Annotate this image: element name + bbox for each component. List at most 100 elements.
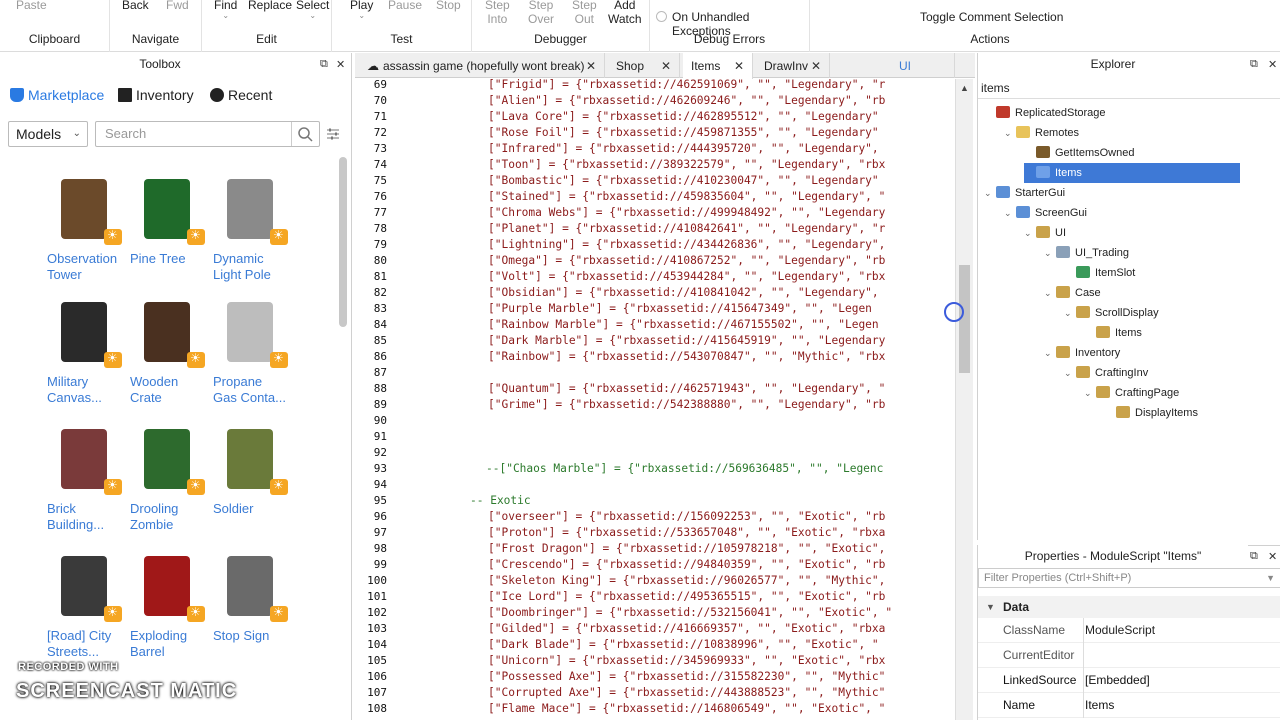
code-line[interactable]: ["Skeleton King"] = {"rbxassetid://96026… [488,574,885,587]
expand-toggle-icon[interactable]: ⌄ [1064,363,1076,383]
explorer-node[interactable]: ⌄ StarterGui [984,183,1065,203]
property-value[interactable] [1083,643,1280,668]
code-line[interactable]: ["Ice Lord"] = {"rbxassetid://495365515"… [488,590,885,603]
close-tab-icon[interactable]: ✕ [811,53,821,79]
expand-toggle-icon[interactable]: ⌄ [1044,283,1056,303]
undock-icon[interactable]: ⧉ [1250,58,1258,71]
expand-toggle-icon[interactable]: ⌄ [1084,383,1096,403]
close-icon[interactable]: ✕ [336,58,345,71]
explorer-node[interactable]: ItemSlot [1064,263,1135,283]
explorer-filter-input[interactable]: items [978,77,1280,99]
explorer-node[interactable]: GetItemsOwned [1024,143,1134,163]
code-line[interactable]: ["Toon"] = {"rbxassetid://389322579", ""… [488,158,885,171]
add-watch-button[interactable]: Add Watch [608,0,642,26]
select-button[interactable]: Select ⌄ [296,0,329,20]
stop-button[interactable]: Stop [436,0,461,12]
close-tab-icon[interactable]: ✕ [661,53,671,79]
code-line[interactable]: ["Flame Mace"] = {"rbxassetid://14680654… [488,702,885,715]
close-tab-icon[interactable]: ✕ [734,53,744,79]
toggle-comment-selection-button[interactable]: Toggle Comment Selection [920,10,1063,24]
toolbox-item[interactable]: Pine Tree [130,173,212,267]
toolbox-item[interactable]: Brick Building... [47,423,129,533]
code-line[interactable]: ["Lava Core"] = {"rbxassetid://462895512… [488,110,879,123]
code-line[interactable]: ["Dark Blade"] = {"rbxassetid://10838996… [488,638,879,651]
code-line[interactable]: ["Proton"] = {"rbxassetid://533657048", … [488,526,885,539]
play-button[interactable]: Play ⌄ [350,0,373,20]
explorer-node[interactable]: ⌄ CraftingInv [1064,363,1148,383]
explorer-node[interactable]: ReplicatedStorage [984,103,1106,123]
expand-toggle-icon[interactable]: ⌄ [1004,123,1016,143]
toolbox-search-input[interactable]: Search [95,121,320,147]
code-line[interactable]: ["Lightning"] = {"rbxassetid://434426836… [488,238,885,251]
explorer-node[interactable]: Items [1084,323,1142,343]
editor-scrollbar[interactable]: ▲ [955,79,973,720]
code-line[interactable]: ["Rainbow Marble"] = {"rbxassetid://4671… [488,318,879,331]
replace-button[interactable]: Replace [248,0,292,12]
code-line[interactable]: -- Exotic [470,494,531,507]
close-tab-icon[interactable]: ✕ [586,53,596,79]
code-line[interactable]: ["Rainbow"] = {"rbxassetid://543070847",… [488,350,885,363]
code-line[interactable]: ["Alien"] = {"rbxassetid://462609246", "… [488,94,885,107]
tab-script-0[interactable]: ☁ assassin game (hopefully wont break) ✕ [359,53,605,78]
code-line[interactable]: ["Doombringer"] = {"rbxassetid://5321560… [488,606,892,619]
explorer-node[interactable]: ⌄ Case [1044,283,1101,303]
data-section-header[interactable]: ▼ Data [978,596,1280,618]
step-over-button[interactable]: Step Over [528,0,554,26]
explorer-node[interactable]: ⌄ ScrollDisplay [1064,303,1159,323]
filter-icon[interactable] [326,127,340,141]
explorer-node[interactable]: ⌄ Remotes [1004,123,1079,143]
scroll-up-icon[interactable]: ▲ [960,83,969,93]
code-line[interactable]: ["Corrupted Axe"] = {"rbxassetid://44388… [488,686,885,699]
tab-marketplace[interactable]: Marketplace [10,85,104,107]
explorer-node[interactable]: ⌄ ScreenGui [1004,203,1087,223]
code-line[interactable]: ["Chroma Webs"] = {"rbxassetid://4999484… [488,206,885,219]
expand-toggle-icon[interactable]: ⌄ [1004,203,1016,223]
code-line[interactable]: ["Bombastic"] = {"rbxassetid://410230047… [488,174,879,187]
tab-script-1[interactable]: Shop ✕ [608,53,680,78]
code-line[interactable]: ["Stained"] = {"rbxassetid://459835604",… [488,190,885,203]
code-line[interactable]: ["Frigid"] = {"rbxassetid://462591069", … [488,79,885,91]
pause-button[interactable]: Pause [388,0,422,12]
property-row[interactable]: LinkedSource [Embedded] [978,668,1280,693]
category-select[interactable]: Models ⌄ [8,121,88,147]
property-row[interactable]: ClassName ModuleScript [978,618,1280,643]
paste-button[interactable]: Paste [16,0,47,12]
property-value[interactable]: Items [1083,693,1280,718]
step-into-button[interactable]: Step Into [485,0,510,26]
code-line[interactable]: ["Dark Marble"] = {"rbxassetid://4156459… [488,334,885,347]
code-line[interactable]: ["Purple Marble"] = {"rbxassetid://41564… [488,302,872,315]
toolbox-item[interactable]: [Road] City Streets... [47,550,129,660]
property-row[interactable]: CurrentEditor [978,643,1280,668]
toolbox-item[interactable]: Military Canvas... [47,296,129,406]
property-row[interactable]: Name Items [978,693,1280,718]
code-line[interactable]: --["Chaos Marble"] = {"rbxassetid://5696… [486,462,883,475]
tab-script-3[interactable]: DrawInv ✕ [756,53,830,78]
toolbox-scrollbar[interactable] [339,157,347,327]
code-line[interactable]: ["Crescendo"] = {"rbxassetid://94840359"… [488,558,885,571]
expand-toggle-icon[interactable]: ⌄ [984,183,996,203]
code-line[interactable]: ["Possessed Axe"] = {"rbxassetid://31558… [488,670,885,683]
chevron-down-icon[interactable]: ▼ [1266,569,1275,587]
code-line[interactable]: ["Quantum"] = {"rbxassetid://462571943",… [488,382,885,395]
expand-toggle-icon[interactable]: ⌄ [1044,343,1056,363]
close-icon[interactable]: ✕ [1268,58,1277,71]
code-line[interactable]: ["Obsidian"] = {"rbxassetid://410841042"… [488,286,885,299]
tab-script-4[interactable]: UI [891,53,955,78]
toolbox-item[interactable]: Exploding Barrel [130,550,212,660]
find-button[interactable]: Find ⌄ [214,0,237,20]
code-line[interactable]: ["Volt"] = {"rbxassetid://453944284", ""… [488,270,885,283]
explorer-node[interactable]: ⌄ CraftingPage [1084,383,1179,403]
expand-toggle-icon[interactable]: ⌄ [1044,243,1056,263]
close-icon[interactable]: ✕ [1268,550,1277,563]
code-line[interactable]: ["Rose Foil"] = {"rbxassetid://459871355… [488,126,879,139]
code-line[interactable]: ["Omega"] = {"rbxassetid://410867252", "… [488,254,885,267]
toolbox-item[interactable]: Observation Tower [47,173,129,283]
forward-button[interactable]: Fwd [166,0,189,12]
tab-script-2[interactable]: Items ✕ [683,53,753,79]
toolbox-item[interactable]: Drooling Zombie [130,423,212,533]
code-line[interactable]: ["Grime"] = {"rbxassetid://542388880", "… [488,398,885,411]
explorer-node[interactable]: Items [1024,163,1240,183]
expand-toggle-icon[interactable]: ⌄ [1064,303,1076,323]
properties-filter-input[interactable]: Filter Properties (Ctrl+Shift+P) ▼ [978,568,1280,588]
code-line[interactable]: ["Gilded"] = {"rbxassetid://416669357", … [488,622,885,635]
